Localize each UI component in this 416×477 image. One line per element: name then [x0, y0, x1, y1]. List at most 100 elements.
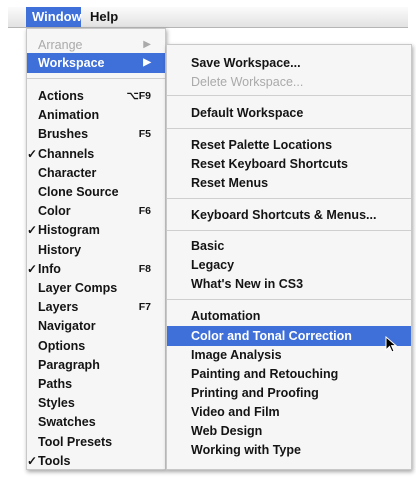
menu-item-panel[interactable]: Animation	[27, 105, 165, 125]
menu-item-label: Layer Comps	[38, 281, 118, 295]
window-menu-title[interactable]: Window	[26, 7, 82, 27]
menu-item-label: Arrange	[38, 38, 83, 52]
window-menu: Arrange ▶ Workspace ▶ Actions ⌥F9 Animatio…	[26, 28, 166, 470]
menu-item-keyboard-shortcuts-menus[interactable]: Keyboard Shortcuts & Menus...	[167, 205, 411, 225]
menu-item-label: Layers	[38, 300, 79, 315]
menu-item-label: Swatches	[38, 415, 96, 430]
menu-item-label: Channels	[38, 146, 95, 161]
menu-item-panel[interactable]: Paragraph	[27, 355, 165, 375]
keyboard-shortcut: F6	[138, 205, 151, 218]
menu-item-label: Color and Tonal Correction	[191, 329, 352, 343]
menu-item-web-design[interactable]: Web Design	[167, 421, 411, 441]
menu-item-image-analysis[interactable]: Image Analysis	[167, 345, 411, 365]
menu-separator	[167, 128, 411, 129]
menu-item-label: Styles	[38, 396, 75, 411]
menu-item-panel[interactable]: Color F6	[27, 201, 165, 221]
menu-item-label: Working with Type	[191, 443, 301, 457]
menu-item-reset-keyboard-shortcuts[interactable]: Reset Keyboard Shortcuts	[167, 154, 411, 174]
menu-item-label: Actions	[38, 89, 84, 103]
menu-item-label: What's New in CS3	[191, 277, 304, 291]
menu-item-label: Web Design	[191, 424, 263, 438]
menu-item-panel[interactable]: Swatches	[27, 412, 165, 432]
menu-item-panel[interactable]: Styles	[27, 393, 165, 413]
menu-item-panel[interactable]: History	[27, 240, 165, 260]
menu-item-video-film[interactable]: Video and Film	[167, 402, 411, 422]
menu-item-panel[interactable]: Clone Source	[27, 182, 165, 202]
menu-item-label: Tool Presets	[38, 434, 113, 449]
menu-item-panel[interactable]: Actions ⌥F9	[27, 86, 165, 106]
menu-item-panel[interactable]: Brushes F5	[27, 124, 165, 144]
menu-item-label: Paths	[38, 377, 73, 391]
menu-item-painting-retouching[interactable]: Painting and Retouching	[167, 364, 411, 384]
submenu-arrow-icon: ▶	[143, 57, 151, 68]
mouse-pointer-icon	[385, 336, 398, 353]
keyboard-shortcut: F8	[138, 262, 151, 275]
menu-item-label: Workspace	[38, 56, 105, 70]
menu-item-label: Histogram	[38, 223, 100, 238]
menu-item-save-workspace[interactable]: Save Workspace...	[167, 53, 411, 73]
menu-item-label: Legacy	[191, 258, 235, 272]
checkmark-icon: ✓	[27, 261, 38, 276]
menu-item-reset-menus[interactable]: Reset Menus	[167, 173, 411, 193]
menu-bar: Window Help	[8, 7, 408, 28]
menu-item-label: Info	[38, 261, 61, 276]
menu-item-label: Reset Keyboard Shortcuts	[191, 157, 348, 171]
menu-item-label: Automation	[191, 309, 261, 323]
menu-item-label: Save Workspace...	[191, 56, 301, 70]
menu-item-panel[interactable]: Tool Presets	[27, 432, 165, 452]
menu-item-label: Paragraph	[38, 357, 100, 372]
menu-item-label: Character	[38, 165, 97, 180]
menu-item-workspace[interactable]: Workspace ▶	[27, 53, 165, 73]
menu-item-label: Basic	[191, 239, 225, 253]
menu-separator	[167, 95, 411, 96]
menu-item-label: Printing and Proofing	[191, 386, 319, 400]
keyboard-shortcut: F7	[138, 301, 151, 314]
menu-separator	[167, 230, 411, 231]
menu-item-label: Options	[38, 338, 86, 353]
menu-item-label: Video and Film	[191, 405, 280, 419]
menu-item-panel[interactable]: Navigator	[27, 316, 165, 336]
menu-item-reset-palette-locations[interactable]: Reset Palette Locations	[167, 135, 411, 155]
help-menu-title[interactable]: Help	[84, 7, 128, 27]
menu-item-label: Navigator	[38, 319, 96, 334]
menu-item-panel[interactable]: Character	[27, 163, 165, 183]
menu-item-printing-proofing[interactable]: Printing and Proofing	[167, 383, 411, 403]
menu-item-arrange: Arrange ▶	[27, 35, 165, 55]
menu-item-basic[interactable]: Basic	[167, 236, 411, 256]
menu-item-label: Reset Menus	[191, 176, 269, 190]
menu-item-label: Animation	[38, 108, 100, 123]
checkmark-icon: ✓	[27, 453, 38, 468]
checkmark-icon: ✓	[27, 223, 38, 238]
menu-item-label: Tools	[38, 453, 71, 468]
menu-item-panel[interactable]: ✓ Histogram	[27, 220, 165, 240]
keyboard-shortcut: F5	[138, 128, 151, 141]
menu-item-label: Color	[38, 204, 71, 219]
menu-item-panel[interactable]: Options	[27, 336, 165, 356]
menu-item-panel[interactable]: ✓ Info F8	[27, 259, 165, 279]
workspace-submenu: Save Workspace... Delete Workspace... De…	[166, 44, 412, 470]
menu-item-label: Default Workspace	[191, 106, 304, 120]
menu-item-panel[interactable]: Layer Comps	[27, 278, 165, 298]
menu-item-automation[interactable]: Automation	[167, 306, 411, 326]
menu-separator	[167, 198, 411, 199]
menu-item-label: Delete Workspace...	[191, 75, 304, 89]
menu-item-panel[interactable]: ✓ Channels	[27, 144, 165, 164]
menu-item-label: Image Analysis	[191, 348, 282, 362]
menu-item-panel[interactable]: Paths	[27, 374, 165, 394]
keyboard-shortcut: ⌥F9	[126, 90, 151, 102]
menu-item-label: Clone Source	[38, 185, 119, 199]
submenu-arrow-icon: ▶	[143, 39, 151, 50]
menu-item-label: Brushes	[38, 127, 89, 142]
menu-separator	[27, 78, 165, 79]
menu-item-working-with-type[interactable]: Working with Type	[167, 440, 411, 460]
menu-item-whats-new-cs3[interactable]: What's New in CS3	[167, 274, 411, 294]
menu-item-label: Reset Palette Locations	[191, 138, 333, 152]
menu-item-legacy[interactable]: Legacy	[167, 255, 411, 275]
menu-item-label: History	[38, 242, 82, 257]
menu-item-color-tonal-correction[interactable]: Color and Tonal Correction	[167, 326, 411, 346]
menu-item-panel[interactable]: Layers F7	[27, 297, 165, 317]
menu-item-panel[interactable]: ✓ Tools	[27, 451, 165, 471]
menu-item-default-workspace[interactable]: Default Workspace	[167, 103, 411, 123]
menu-separator	[167, 299, 411, 300]
checkmark-icon: ✓	[27, 146, 38, 161]
